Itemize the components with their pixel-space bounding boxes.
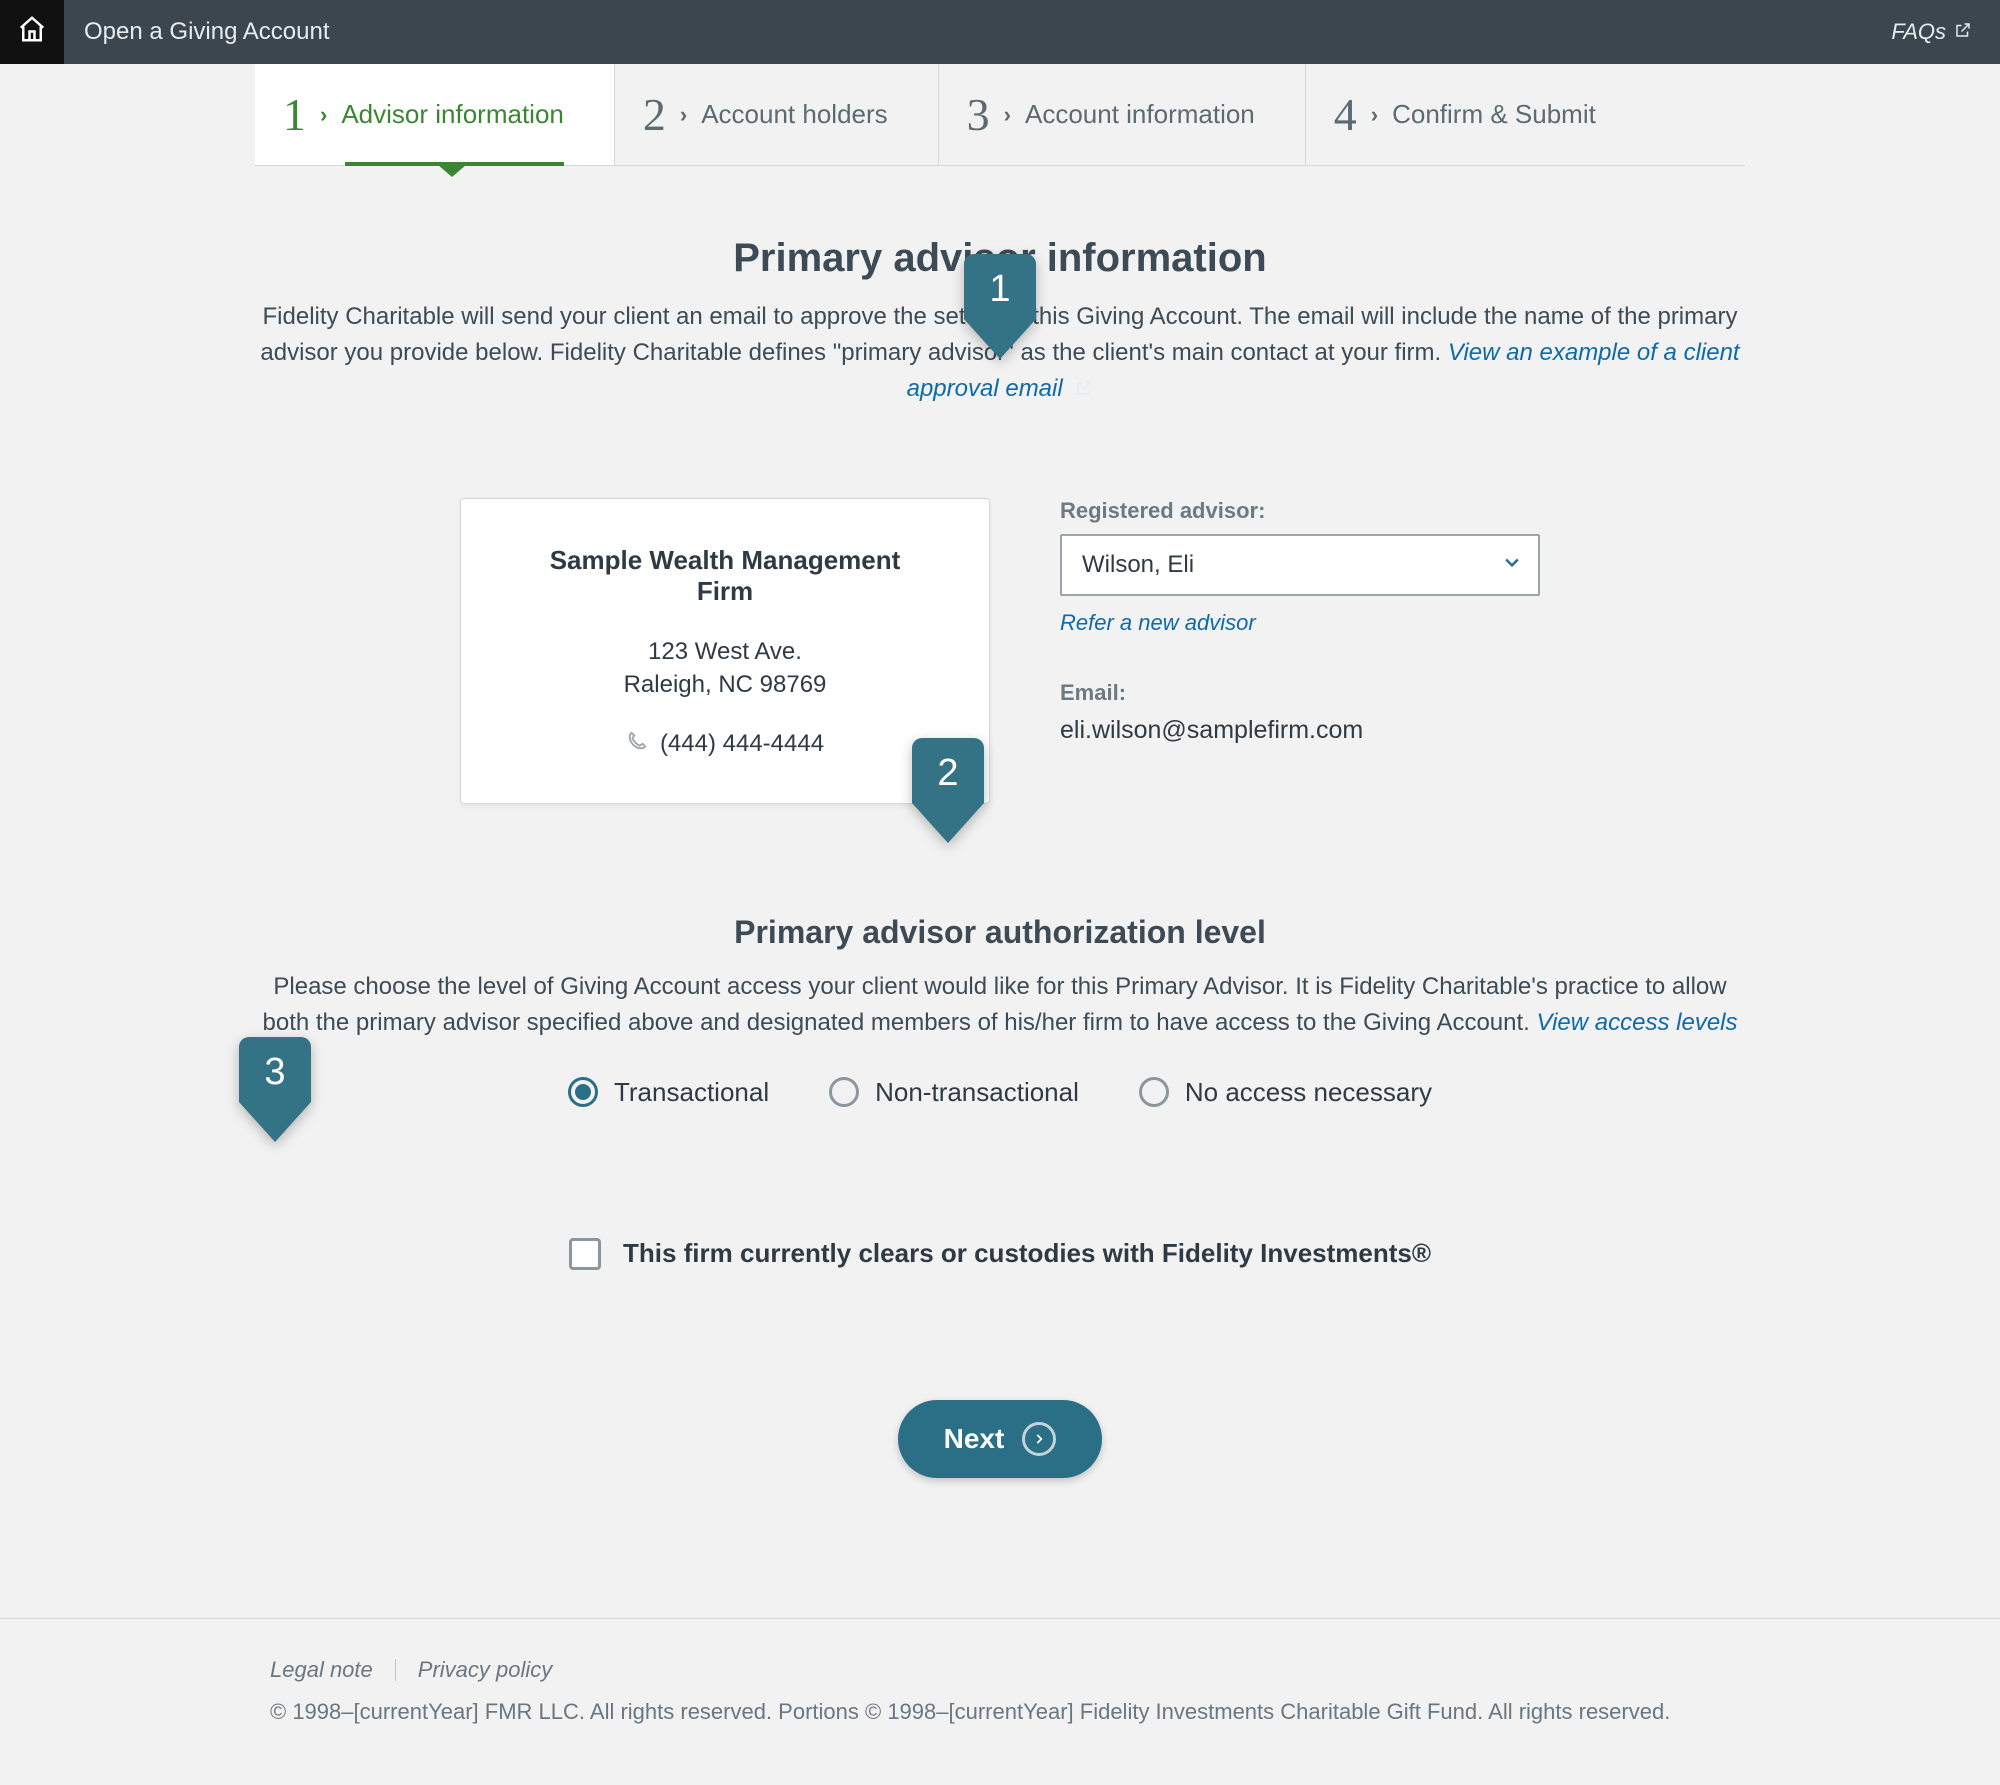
copyright-text: © 1998–[currentYear] FMR LLC. All rights… [270,1699,1730,1725]
email-value: eli.wilson@samplefirm.com [1060,716,1540,745]
step-advisor-information[interactable]: 1 › Advisor information [255,64,615,165]
top-bar: Open a Giving Account FAQs [0,0,2000,64]
chevron-down-icon [1502,552,1522,578]
chevron-right-circle-icon [1022,1422,1056,1456]
privacy-policy-link[interactable]: Privacy policy [418,1657,552,1683]
firm-name: Sample Wealth Management Firm [521,545,929,607]
next-button[interactable]: Next [898,1400,1103,1478]
annotation-pointer-3: 3 [239,1037,311,1142]
radio-transactional[interactable]: Transactional [568,1077,769,1108]
chevron-right-icon: › [1004,102,1011,128]
firm-card: Sample Wealth Management Firm 123 West A… [460,498,990,804]
radio-icon [568,1077,598,1107]
radio-icon [1139,1077,1169,1107]
home-button[interactable] [0,0,64,64]
divider [395,1659,396,1681]
home-icon [17,14,47,50]
radio-non-transactional[interactable]: Non-transactional [829,1077,1079,1108]
footer: Legal note Privacy policy © 1998–[curren… [0,1618,2000,1785]
firm-address-line2: Raleigh, NC 98769 [521,668,929,702]
legal-note-link[interactable]: Legal note [270,1657,373,1683]
section-heading-advisor-info: Primary advisor information [255,236,1745,281]
page-title: Open a Giving Account [84,18,329,46]
chevron-right-icon: › [680,102,687,128]
firm-address-line1: 123 West Ave. [521,635,929,669]
firm-phone: (444) 444-4444 [660,730,824,758]
step-account-information[interactable]: 3 › Account information [939,64,1306,165]
external-link-icon [1075,372,1093,408]
step-confirm-submit[interactable]: 4 › Confirm & Submit [1306,64,1646,165]
step-account-holders[interactable]: 2 › Account holders [615,64,939,165]
registered-advisor-label: Registered advisor: [1060,498,1540,524]
advisor-info-lead: Fidelity Charitable will send your clien… [255,299,1745,408]
external-link-icon [1954,19,1972,45]
view-access-levels-link[interactable]: View access levels [1537,1009,1738,1036]
custody-checkbox-label: This firm currently clears or custodies … [623,1238,1431,1269]
registered-advisor-select[interactable]: Wilson, Eli [1060,534,1540,596]
radio-no-access[interactable]: No access necessary [1139,1077,1432,1108]
refer-new-advisor-link[interactable]: Refer a new advisor [1060,610,1256,635]
section-heading-auth-level: Primary advisor authorization level [255,914,1745,951]
auth-level-lead: Please choose the level of Giving Accoun… [255,969,1745,1041]
phone-icon [626,730,648,759]
email-label: Email: [1060,680,1540,706]
chevron-right-icon: › [320,102,327,128]
radio-icon [829,1077,859,1107]
step-nav: 1 › Advisor information 2 › Account hold… [0,64,2000,166]
custody-checkbox[interactable] [569,1238,601,1270]
faqs-link[interactable]: FAQs [1891,19,1972,45]
chevron-right-icon: › [1371,102,1378,128]
